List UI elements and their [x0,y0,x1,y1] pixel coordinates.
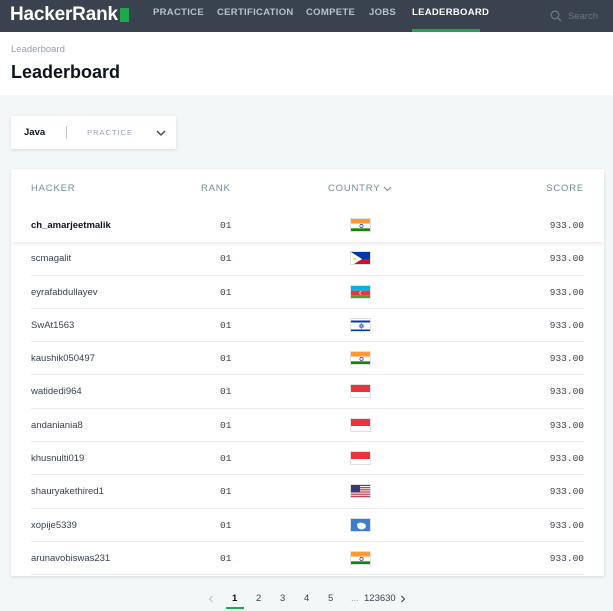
chevron-left-icon[interactable] [207,595,215,603]
current-page-indicator [226,607,244,609]
search-placeholder: Search [568,10,599,22]
rank-value: 01 [220,386,232,398]
table-row: SwAt1563 01 933.00 [11,309,604,343]
score-value: 933.00 [549,353,584,365]
hacker-name-link[interactable]: arunavobiswas231 [31,553,110,564]
leaderboard-table: HACKER RANK COUNTRY SCORE ch_amarjeetmal… [11,169,604,576]
page-4[interactable]: 4 [304,593,309,604]
philippines-flag-icon [350,251,371,266]
score-value: 933.00 [549,453,584,465]
indonesia-flag-icon [350,384,371,399]
score-value: 933.00 [549,220,584,231]
table-header: HACKER RANK COUNTRY SCORE [11,169,604,209]
hacker-name-link[interactable]: watidedi964 [31,386,82,397]
score-value: 933.00 [549,552,584,564]
table-body: ch_amarjeetmalik 01 933.00 scmagalit 01 933.0… [11,209,604,576]
page-last[interactable]: 123630 [364,593,396,604]
leaderboard-filter-dropdown[interactable]: Java PRACTICE [11,116,176,149]
hackerrank-logo[interactable]: HackerRank [10,4,129,26]
score-value: 933.00 [549,486,584,498]
score-value: 933.00 [549,519,584,531]
table-row: xopije5339 01 933.00 [11,509,604,543]
chevron-down-icon [156,130,166,136]
rank-value: 01 [220,519,232,531]
pagination: 1 2 3 4 5 ... 123630 [0,590,613,610]
filter-track: PRACTICE [87,128,134,137]
logo-green-block [119,8,129,22]
table-row: kaushik050497 01 933.00 [11,342,604,376]
rank-value: 01 [220,419,232,431]
rank-value: 01 [220,220,232,231]
page-ellipsis: ... [351,593,359,604]
table-row: scmagalit 01 933.00 [11,242,604,276]
column-header-country[interactable]: COUNTRY [328,183,392,194]
table-row: khusnulti019 01 933.00 [11,442,604,476]
page-5[interactable]: 5 [328,593,333,604]
hacker-name-link[interactable]: ch_amarjeetmalik [31,220,111,231]
top-navigation-bar: HackerRank PRACTICE CERTIFICATION COMPET… [0,0,613,32]
table-row: arunavobiswas231 01 933.00 [11,542,604,576]
hacker-name-link[interactable]: eyrafabdullayev [31,287,98,298]
indonesia-flag-icon [350,417,371,432]
nav-item-certification[interactable]: CERTIFICATION [217,0,294,32]
search-icon [550,10,562,22]
israel-flag-icon [350,317,371,332]
nav-item-jobs[interactable]: JOBS [369,0,396,32]
table-row: eyrafabdullayev 01 933.00 [11,276,604,310]
india-flag-icon [350,218,371,232]
table-row: ch_amarjeetmalik 01 933.00 [11,209,604,242]
score-value: 933.00 [549,286,584,298]
hacker-name-link[interactable]: khusnulti019 [31,453,84,464]
column-header-score: SCORE [546,183,584,194]
chevron-down-icon [384,186,392,192]
filter-language: Java [24,127,46,138]
table-row: shauryakethired1 01 933.00 [11,475,604,509]
rank-value: 01 [220,286,232,298]
nav-item-leaderboard[interactable]: LEADERBOARD [412,0,489,32]
rank-value: 01 [220,552,232,564]
hacker-name-link[interactable]: scmagalit [31,253,71,264]
score-value: 933.00 [549,386,584,398]
hacker-name-link[interactable]: kaushik050497 [31,353,95,364]
rank-value: 01 [220,353,232,365]
chevron-right-icon[interactable] [399,595,407,603]
united-states-flag-icon [350,484,371,499]
india-flag-icon [350,351,371,366]
rank-value: 01 [220,319,232,331]
indonesia-flag-icon [350,451,371,466]
table-row: andaniania8 01 933.00 [11,409,604,443]
hacker-name-link[interactable]: xopije5339 [31,520,77,531]
nav-item-compete[interactable]: COMPETE [306,0,355,32]
rank-value: 01 [220,253,232,265]
table-row: watidedi964 01 933.00 [11,375,604,410]
rank-value: 01 [220,486,232,498]
page-3[interactable]: 3 [280,593,285,604]
nav-item-practice[interactable]: PRACTICE [153,0,204,32]
azerbaijan-flag-icon [350,284,371,299]
hacker-name-link[interactable]: SwAt1563 [31,320,74,331]
logo-text: HackerRank [10,4,118,25]
column-header-hacker: HACKER [31,183,76,194]
column-header-rank: RANK [201,183,231,194]
page-title: Leaderboard [11,62,121,82]
india-flag-icon [350,550,371,565]
score-value: 933.00 [549,253,584,265]
column-header-country-label: COUNTRY [328,183,381,194]
page-2[interactable]: 2 [256,593,261,604]
antarctica-flag-icon [350,517,371,532]
page-1[interactable]: 1 [232,593,237,604]
search-box[interactable]: Search [550,0,598,32]
score-value: 933.00 [549,319,584,331]
filter-divider [66,126,68,139]
rank-value: 01 [220,453,232,465]
breadcrumb[interactable]: Leaderboard [11,44,65,55]
hacker-name-link[interactable]: shauryakethired1 [31,486,104,497]
score-value: 933.00 [549,419,584,431]
page-header: Leaderboard Leaderboard [0,32,613,95]
hacker-name-link[interactable]: andaniania8 [31,420,83,431]
